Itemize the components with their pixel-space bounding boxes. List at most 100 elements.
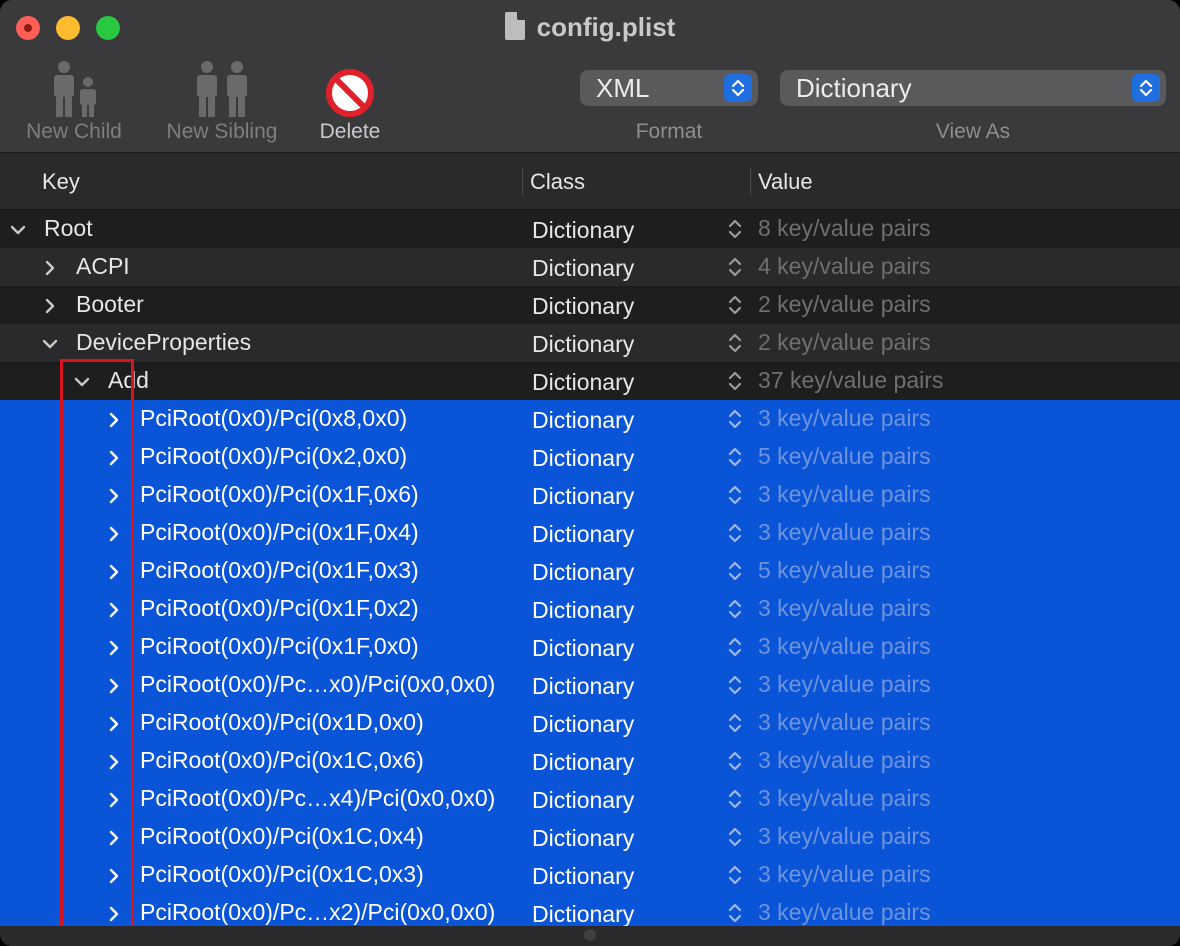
row-class[interactable]: Dictionary bbox=[532, 483, 634, 510]
outline-row[interactable]: PciRoot(0x0)/Pc…x0)/Pci(0x0,0x0) Dictiona… bbox=[0, 666, 1180, 704]
new-sibling-icon bbox=[158, 58, 286, 118]
class-stepper-icon[interactable] bbox=[727, 825, 743, 849]
class-stepper-icon[interactable] bbox=[727, 445, 743, 469]
class-stepper-icon[interactable] bbox=[727, 293, 743, 317]
row-key[interactable]: Root bbox=[44, 215, 93, 242]
outline-row[interactable]: PciRoot(0x0)/Pci(0x1F,0x3) Dictionary 5 ke… bbox=[0, 552, 1180, 590]
row-key[interactable]: PciRoot(0x0)/Pci(0x1F,0x3) bbox=[140, 557, 419, 584]
outline-row[interactable]: Root Dictionary 8 key/value pairs bbox=[0, 210, 1180, 248]
outline-row[interactable]: Booter Dictionary 2 key/value pairs bbox=[0, 286, 1180, 324]
column-header-class[interactable]: Class bbox=[530, 169, 585, 195]
row-value: 5 key/value pairs bbox=[758, 443, 931, 469]
outline-row[interactable]: PciRoot(0x0)/Pci(0x2,0x0) Dictionary 5 key… bbox=[0, 438, 1180, 476]
outline-row[interactable]: PciRoot(0x0)/Pci(0x1F,0x0) Dictionary 3 ke… bbox=[0, 628, 1180, 666]
row-class[interactable]: Dictionary bbox=[532, 825, 634, 852]
column-divider[interactable] bbox=[750, 167, 751, 195]
chevron-right-icon[interactable] bbox=[40, 295, 60, 315]
outline-row[interactable]: PciRoot(0x0)/Pci(0x1F,0x4) Dictionary 3 ke… bbox=[0, 514, 1180, 552]
view-as-caption: View As bbox=[935, 120, 1011, 143]
row-value: 3 key/value pairs bbox=[758, 633, 931, 659]
view-as-select[interactable]: Dictionary bbox=[780, 70, 1166, 106]
row-key[interactable]: PciRoot(0x0)/Pc…x2)/Pci(0x0,0x0) bbox=[140, 899, 495, 926]
row-key[interactable]: PciRoot(0x0)/Pc…x4)/Pci(0x0,0x0) bbox=[140, 785, 495, 812]
row-class[interactable]: Dictionary bbox=[532, 217, 634, 244]
split-handle[interactable] bbox=[584, 929, 596, 941]
row-key[interactable]: PciRoot(0x0)/Pci(0x1D,0x0) bbox=[140, 709, 424, 736]
class-stepper-icon[interactable] bbox=[727, 597, 743, 621]
row-key[interactable]: PciRoot(0x0)/Pc…x0)/Pci(0x0,0x0) bbox=[140, 671, 495, 698]
row-class[interactable]: Dictionary bbox=[532, 749, 634, 776]
class-stepper-icon[interactable] bbox=[727, 635, 743, 659]
row-value: 3 key/value pairs bbox=[758, 671, 931, 697]
new-sibling-label: New Sibling bbox=[166, 120, 278, 143]
outline-row[interactable]: PciRoot(0x0)/Pci(0x1F,0x2) Dictionary 3 ke… bbox=[0, 590, 1180, 628]
row-class[interactable]: Dictionary bbox=[532, 445, 634, 472]
class-stepper-icon[interactable] bbox=[727, 559, 743, 583]
delete-icon bbox=[306, 58, 394, 118]
row-key[interactable]: PciRoot(0x0)/Pci(0x1F,0x6) bbox=[140, 481, 419, 508]
row-key[interactable]: PciRoot(0x0)/Pci(0x1C,0x3) bbox=[140, 861, 424, 888]
row-class[interactable]: Dictionary bbox=[532, 407, 634, 434]
class-stepper-icon[interactable] bbox=[727, 331, 743, 355]
outline-row[interactable]: DeviceProperties Dictionary 2 key/value pa… bbox=[0, 324, 1180, 362]
new-sibling-button[interactable]: New Sibling bbox=[158, 58, 286, 144]
class-stepper-icon[interactable] bbox=[727, 483, 743, 507]
class-stepper-icon[interactable] bbox=[727, 901, 743, 925]
row-key[interactable]: Booter bbox=[76, 291, 144, 318]
row-value: 3 key/value pairs bbox=[758, 747, 931, 773]
delete-button[interactable]: Delete bbox=[306, 58, 394, 144]
class-stepper-icon[interactable] bbox=[727, 217, 743, 241]
outline-row[interactable]: PciRoot(0x0)/Pci(0x1C,0x6) Dictionary 3 ke… bbox=[0, 742, 1180, 780]
row-class[interactable]: Dictionary bbox=[532, 521, 634, 548]
outline-row[interactable]: PciRoot(0x0)/Pci(0x1D,0x0) Dictionary 3 ke… bbox=[0, 704, 1180, 742]
row-class[interactable]: Dictionary bbox=[532, 597, 634, 624]
row-class[interactable]: Dictionary bbox=[532, 787, 634, 814]
class-stepper-icon[interactable] bbox=[727, 787, 743, 811]
row-value: 8 key/value pairs bbox=[758, 215, 931, 241]
row-class[interactable]: Dictionary bbox=[532, 293, 634, 320]
row-class[interactable]: Dictionary bbox=[532, 635, 634, 662]
row-class[interactable]: Dictionary bbox=[532, 559, 634, 586]
row-class[interactable]: Dictionary bbox=[532, 369, 634, 396]
outline-row[interactable]: PciRoot(0x0)/Pci(0x1F,0x6) Dictionary 3 ke… bbox=[0, 476, 1180, 514]
outline-row[interactable]: ACPI Dictionary 4 key/value pairs bbox=[0, 248, 1180, 286]
row-key[interactable]: PciRoot(0x0)/Pci(0x1F,0x0) bbox=[140, 633, 419, 660]
class-stepper-icon[interactable] bbox=[727, 863, 743, 887]
chevron-down-icon[interactable] bbox=[40, 333, 60, 353]
format-select[interactable]: XML bbox=[580, 70, 758, 106]
class-stepper-icon[interactable] bbox=[727, 255, 743, 279]
row-key[interactable]: PciRoot(0x0)/Pci(0x1C,0x6) bbox=[140, 747, 424, 774]
row-key[interactable]: PciRoot(0x0)/Pci(0x1C,0x4) bbox=[140, 823, 424, 850]
outline-row[interactable]: PciRoot(0x0)/Pci(0x8,0x0) Dictionary 3 key… bbox=[0, 400, 1180, 438]
class-stepper-icon[interactable] bbox=[727, 407, 743, 431]
column-header-key[interactable]: Key bbox=[42, 169, 80, 195]
row-key[interactable]: PciRoot(0x0)/Pci(0x1F,0x2) bbox=[140, 595, 419, 622]
row-key[interactable]: DeviceProperties bbox=[76, 329, 251, 356]
chevron-right-icon[interactable] bbox=[40, 257, 60, 277]
outline-row[interactable]: PciRoot(0x0)/Pci(0x1C,0x4) Dictionary 3 ke… bbox=[0, 818, 1180, 856]
row-key[interactable]: PciRoot(0x0)/Pci(0x2,0x0) bbox=[140, 443, 407, 470]
column-divider[interactable] bbox=[522, 167, 523, 195]
class-stepper-icon[interactable] bbox=[727, 749, 743, 773]
outline-row[interactable]: Add Dictionary 37 key/value pairs bbox=[0, 362, 1180, 400]
titlebar: config.plist New Child New Sibling Delet… bbox=[0, 0, 1180, 153]
class-stepper-icon[interactable] bbox=[727, 369, 743, 393]
row-class[interactable]: Dictionary bbox=[532, 711, 634, 738]
row-class[interactable]: Dictionary bbox=[532, 673, 634, 700]
row-value: 5 key/value pairs bbox=[758, 557, 931, 583]
row-key[interactable]: PciRoot(0x0)/Pci(0x1F,0x4) bbox=[140, 519, 419, 546]
row-key[interactable]: PciRoot(0x0)/Pci(0x8,0x0) bbox=[140, 405, 407, 432]
class-stepper-icon[interactable] bbox=[727, 521, 743, 545]
row-class[interactable]: Dictionary bbox=[532, 901, 634, 928]
row-class[interactable]: Dictionary bbox=[532, 331, 634, 358]
chevron-down-icon[interactable] bbox=[8, 219, 28, 239]
row-class[interactable]: Dictionary bbox=[532, 255, 634, 282]
row-class[interactable]: Dictionary bbox=[532, 863, 634, 890]
class-stepper-icon[interactable] bbox=[727, 673, 743, 697]
outline-row[interactable]: PciRoot(0x0)/Pc…x4)/Pci(0x0,0x0) Dictiona… bbox=[0, 780, 1180, 818]
row-key[interactable]: ACPI bbox=[76, 253, 130, 280]
class-stepper-icon[interactable] bbox=[727, 711, 743, 735]
outline-row[interactable]: PciRoot(0x0)/Pci(0x1C,0x3) Dictionary 3 ke… bbox=[0, 856, 1180, 894]
new-child-button[interactable]: New Child bbox=[18, 58, 130, 144]
column-header-value[interactable]: Value bbox=[758, 169, 813, 195]
